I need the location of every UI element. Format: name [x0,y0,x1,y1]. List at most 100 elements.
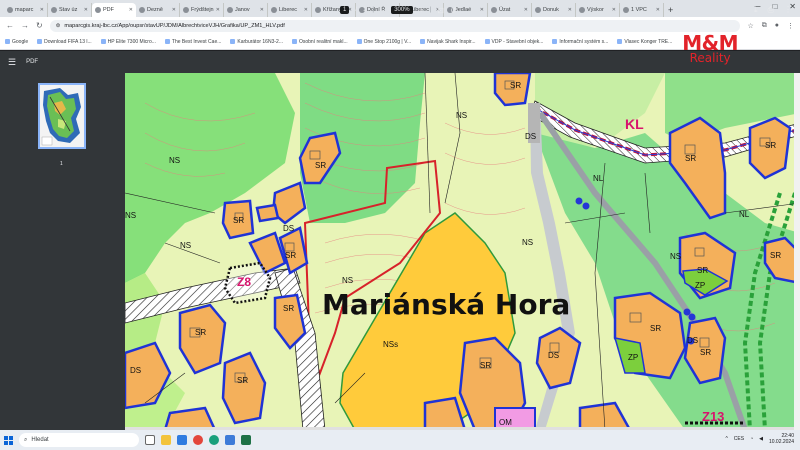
back-icon[interactable]: ← [6,21,14,30]
browser-tab[interactable]: Frýdštejn ✕ [180,3,224,17]
page-thumbnail[interactable] [38,83,86,149]
tab-label: Jedlaé [455,7,472,13]
zoom-out-icon[interactable]: − [380,5,385,15]
bookmark-item[interactable]: HP Elite 7300 Micro... [100,38,156,45]
more-icon[interactable]: ⋮ [784,5,792,15]
tab-favicon-icon [579,7,585,13]
reload-icon[interactable]: ↻ [36,21,43,30]
label-nl: NL [739,210,750,219]
site-info-icon[interactable]: ⊜ [56,23,61,29]
label-ds: DS [283,224,294,233]
tab-close-icon[interactable]: ✕ [612,7,616,13]
chrome-icon[interactable] [193,435,203,445]
print-icon[interactable]: ⎙ [768,5,774,15]
search-placeholder: Hledat [31,437,49,443]
bookmarks-bar: Google Download FIFA 13 l... HP Elite 7300… [0,34,800,50]
bookmark-item[interactable]: Google [5,39,28,45]
browser-tab[interactable]: Výskor ✕ [576,3,620,17]
bookmark-item[interactable]: The Best Invest Cae... [164,39,221,45]
vertical-scrollbar[interactable] [794,73,800,430]
tab-label: Stav úz [59,7,78,13]
sidebar-toggle-icon[interactable]: ☰ [8,57,16,68]
clock[interactable]: 22:40 10.02.2024 [769,433,794,445]
bookmark-label: Navijak Shark Inspir... [427,38,476,45]
page-separator: / [355,7,358,13]
tab-label: Janov [235,7,250,13]
bookmark-item[interactable]: VDP - Stavební objek... [484,39,543,45]
zoom-input[interactable]: 300% [391,6,413,14]
chevron-up-icon[interactable]: ^ [725,436,727,442]
files-icon[interactable] [225,435,235,445]
forward-icon[interactable]: → [21,21,29,30]
browser-toolbar: ← → ↻ ⊜ maparcgis.kraj-lbc.cz/App/oupsr/… [0,17,800,34]
taskview-icon[interactable] [145,435,155,445]
bookmark-favicon-icon [100,39,106,44]
bookmark-item[interactable]: Download FIFA 13 l... [37,39,92,45]
bookmark-label: Informační systém s... [559,38,609,45]
pdf-title: PDF [26,59,39,65]
bookmark-item[interactable]: Informační systém s... [552,39,608,45]
tab-close-icon[interactable]: ✕ [304,7,308,13]
label-sr: SR [195,328,206,337]
bookmark-item[interactable]: Karburátor 16N3-2... [230,39,283,45]
wifi-icon[interactable]: ◔ [750,436,753,442]
blue-dot [683,308,691,316]
browser-tab[interactable]: Liberec ✕ [268,3,312,17]
address-bar[interactable]: ⊜ maparcgis.kraj-lbc.cz/App/oupsr/stavUP… [49,19,741,32]
browser-tab[interactable]: Donuk ✕ [532,3,576,17]
page-divider: | [372,7,374,13]
bookmark-item[interactable]: One Stop 2100g | V... [356,39,411,45]
bookmark-label: HP Elite 7300 Micro... [107,38,156,45]
pdf-page-map[interactable]: NS NS NS NS NS NS NS SR SR SR SR SR SR S… [125,73,800,430]
language-indicator[interactable]: CES [734,436,744,442]
tab-close-icon[interactable]: ✕ [524,7,528,13]
bookmark-star-icon[interactable]: ☆ [747,22,753,30]
menu-icon[interactable]: ⋮ [787,22,794,30]
browser-tab[interactable]: PDF ✕ [92,3,136,17]
excel-icon[interactable] [241,435,251,445]
volume-icon[interactable]: ◀ [759,436,763,442]
tab-label: Donuk [543,7,559,13]
store-icon[interactable] [177,435,187,445]
download-icon[interactable]: ⤓ [754,5,758,15]
taskbar-search[interactable]: ⌕ Hledat [19,433,139,447]
tab-close-icon[interactable]: ✕ [568,7,572,13]
edge-icon[interactable] [209,435,219,445]
bookmark-item[interactable]: Navijak Shark Inspir... [420,38,476,45]
new-tab-icon[interactable]: + [668,3,673,17]
bookmark-item[interactable]: Vlasec Konger TRE... [617,39,672,45]
tab-close-icon[interactable]: ✕ [480,7,484,13]
extensions-icon[interactable]: ⧉ [762,22,767,30]
label-z13: Z13 [702,409,724,424]
browser-tab[interactable]: Dezně ✕ [136,3,180,17]
browser-tab[interactable]: maparc ✕ [4,3,48,17]
page-number-input[interactable]: 1 [340,6,350,14]
tab-close-icon[interactable]: ✕ [84,7,88,13]
label-sr: SR [650,324,661,333]
browser-tab[interactable]: 1 VPC ✕ [620,3,664,17]
tab-close-icon[interactable]: ✕ [40,7,44,13]
bookmark-favicon-icon [356,39,362,44]
fit-page-icon[interactable]: ⊡ [437,6,444,15]
tab-close-icon[interactable]: ✕ [216,7,220,13]
bookmark-label: Download FIFA 13 l... [44,38,92,45]
bookmark-item[interactable]: Osobní realitní makl... [291,39,348,45]
rotate-icon[interactable]: ↺ [450,6,457,15]
bookmark-favicon-icon [484,39,490,44]
tab-close-icon[interactable]: ✕ [656,7,660,13]
profile-icon[interactable]: ● [775,22,779,30]
windows-start-icon[interactable] [4,435,13,445]
tab-close-icon[interactable]: ✕ [260,7,264,13]
explorer-icon[interactable] [161,435,171,445]
label-sr: SR [315,161,326,170]
browser-tab[interactable]: Stav úz ✕ [48,3,92,17]
bookmark-favicon-icon [552,39,558,44]
tab-close-icon[interactable]: ✕ [172,7,176,13]
tab-label: Úzat [499,7,511,13]
tab-favicon-icon [51,7,57,13]
browser-tab[interactable]: Janov ✕ [224,3,268,17]
zoom-in-icon[interactable]: + [419,5,424,15]
tab-label: 1 VPC [631,7,647,13]
tab-close-icon[interactable]: ✕ [129,7,133,13]
browser-tab[interactable]: Úzat ✕ [488,3,532,17]
